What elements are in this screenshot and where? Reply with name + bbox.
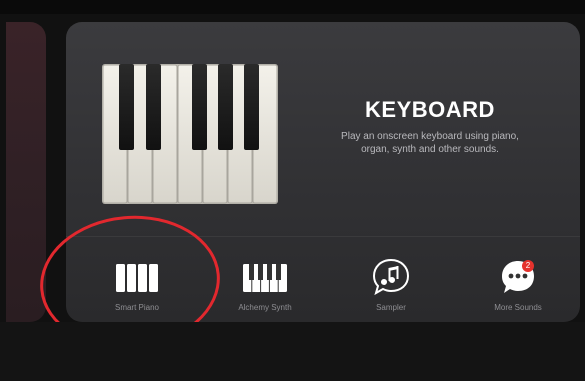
- category-title: KEYBOARD: [365, 97, 495, 122]
- app-screen: KEYBOARD Play an onscreen keyboard using…: [0, 0, 585, 381]
- notification-badge: 2: [522, 260, 534, 272]
- top-strip: [0, 0, 585, 14]
- category-description: Play an onscreen keyboard using piano, o…: [325, 130, 535, 156]
- alchemy-synth-icon: [243, 264, 287, 292]
- instrument-sampler[interactable]: Sampler: [336, 258, 446, 318]
- sampler-icon: [372, 258, 410, 296]
- instrument-alchemy-synth[interactable]: Alchemy Synth: [210, 258, 320, 318]
- instrument-label: Sampler: [376, 303, 406, 312]
- description-line-1: Play an onscreen keyboard using piano,: [341, 131, 519, 142]
- keyboard-illustration-icon: [102, 64, 278, 204]
- bottom-bar: [0, 322, 585, 381]
- instrument-label: More Sounds: [494, 303, 542, 312]
- instrument-label: Alchemy Synth: [238, 303, 292, 312]
- description-line-2: organ, synth and other sounds.: [361, 144, 499, 155]
- instrument-more-sounds[interactable]: More Sounds: [463, 258, 573, 318]
